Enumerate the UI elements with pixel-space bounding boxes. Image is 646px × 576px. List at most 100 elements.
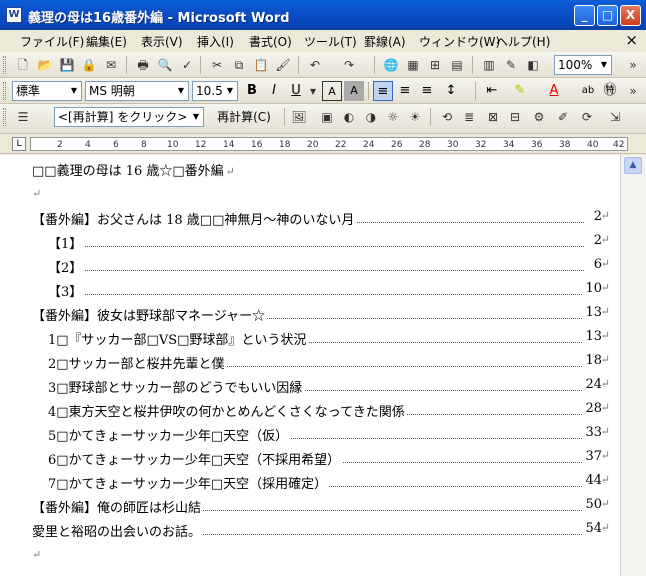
- menu-insert[interactable]: 挿入(I): [197, 33, 234, 50]
- email-icon[interactable]: ✉: [102, 56, 120, 74]
- toc-entry[interactable]: 【2】 6 ↵: [48, 257, 610, 277]
- brightness-up-icon[interactable]: ☼: [384, 108, 402, 126]
- menu-window[interactable]: ウィンドウ(W): [419, 33, 500, 50]
- horizontal-ruler[interactable]: L 2 4 6 8 10 12 14 16 18 20 22 24 26 28 …: [0, 134, 646, 154]
- format-picture-icon[interactable]: ⚙: [530, 108, 548, 126]
- minimize-button[interactable]: _: [574, 5, 595, 26]
- crop-icon[interactable]: ▣: [318, 108, 336, 126]
- format-painter-icon[interactable]: 🖌: [274, 56, 292, 74]
- insert-picture-icon[interactable]: 🖼: [290, 108, 308, 126]
- toc-entry[interactable]: 7□かてきょーサッカー少年□天空（採用確定） 44 ↵: [48, 473, 610, 493]
- toc-entry[interactable]: 5□かてきょーサッカー少年□天空（仮） 33 ↵: [48, 425, 610, 445]
- toc-entry[interactable]: 4□東方天空と桜井伊吹の何かとめんどくさくなってきた関係 28 ↵: [48, 401, 610, 421]
- set-transparent-icon[interactable]: ✐: [554, 108, 572, 126]
- recalculate-button[interactable]: 再計算(C): [208, 107, 280, 127]
- menu-view[interactable]: 表示(V): [141, 33, 183, 50]
- char-border-icon[interactable]: A: [322, 81, 342, 101]
- insert-table-icon[interactable]: ⊞: [426, 56, 444, 74]
- contrast-up-icon[interactable]: ◐: [340, 108, 358, 126]
- toolbar-grip[interactable]: [3, 56, 6, 74]
- zoom-dropdown[interactable]: 100% ▼: [554, 55, 612, 75]
- toc-entry[interactable]: 【1】 2 ↵: [48, 233, 610, 253]
- font-size-dropdown[interactable]: 10.5 ▼: [192, 81, 238, 101]
- ruler-scale[interactable]: 2 4 6 8 10 12 14 16 18 20 22 24 26 28 30…: [30, 137, 628, 151]
- print-icon[interactable]: 🖶: [134, 56, 152, 74]
- empty-paragraph[interactable]: ↵: [32, 186, 610, 206]
- rotate-icon[interactable]: ⟲: [438, 108, 456, 126]
- toolbar-options-icon[interactable]: »: [624, 56, 642, 74]
- document-map-icon[interactable]: ◧: [524, 56, 542, 74]
- brightness-down-icon[interactable]: ☀: [406, 108, 424, 126]
- align-justify-icon[interactable]: ≡: [373, 81, 393, 101]
- toc-entry[interactable]: 愛里と裕昭の出会いのお話。 54 ↵: [32, 521, 610, 541]
- toc-entry[interactable]: 6□かてきょーサッカー少年□天空（不採用希望） 37 ↵: [48, 449, 610, 469]
- menu-help[interactable]: ヘルプ(H): [496, 33, 550, 50]
- toolbar-grip[interactable]: [3, 82, 6, 100]
- chevron-down-icon[interactable]: ▼: [190, 109, 202, 125]
- chevron-down-icon[interactable]: ▼: [175, 83, 187, 99]
- close-document-button[interactable]: ×: [625, 31, 638, 49]
- underline-dropdown-icon[interactable]: ▾: [304, 82, 322, 100]
- text-wrap-icon[interactable]: ⊟: [506, 108, 524, 126]
- tables-borders-icon[interactable]: ▦: [404, 56, 422, 74]
- undo-icon[interactable]: ↶: [306, 56, 324, 74]
- permission-icon[interactable]: 🔒: [80, 56, 98, 74]
- copy-icon[interactable]: ⧉: [230, 56, 248, 74]
- drawing-icon[interactable]: ✎: [502, 56, 520, 74]
- paste-icon[interactable]: 📋: [252, 56, 270, 74]
- toc-entry[interactable]: 【番外編】彼女は野球部マネージャー☆ 13 ↵: [32, 305, 610, 325]
- chevron-down-icon[interactable]: ▼: [224, 83, 236, 99]
- toc-icon[interactable]: ☰: [14, 108, 32, 126]
- line-style-icon[interactable]: ≣: [460, 108, 478, 126]
- insert-excel-icon[interactable]: ▤: [448, 56, 466, 74]
- maximize-button[interactable]: □: [597, 5, 618, 26]
- menu-table[interactable]: 罫線(A): [364, 33, 406, 50]
- select-objects-icon[interactable]: ⇲: [606, 108, 624, 126]
- scroll-up-icon[interactable]: ▲: [624, 157, 642, 174]
- close-button[interactable]: X: [620, 5, 641, 26]
- menu-file[interactable]: ファイル(F): [20, 33, 84, 50]
- update-toc-dropdown[interactable]: <[再計算] をクリック> ▼: [54, 107, 204, 127]
- hyperlink-icon[interactable]: 🌐: [382, 56, 400, 74]
- font-color-icon[interactable]: A: [544, 81, 564, 101]
- save-icon[interactable]: 💾: [58, 56, 76, 74]
- vertical-scrollbar[interactable]: ▲: [620, 155, 646, 576]
- chevron-down-icon[interactable]: ▼: [68, 83, 80, 99]
- underline-button[interactable]: U: [286, 81, 306, 101]
- toolbar-options-icon[interactable]: »: [624, 82, 642, 100]
- toc-entry[interactable]: 1□『サッカー部□VS□野球部』という状況 13 ↵: [48, 329, 610, 349]
- phonetic-guide-icon[interactable]: ab: [578, 81, 598, 101]
- italic-button[interactable]: I: [264, 81, 284, 101]
- columns-icon[interactable]: ▥: [480, 56, 498, 74]
- toc-entry[interactable]: 【番外編】俺の師匠は杉山結 50 ↵: [32, 497, 610, 517]
- tab-selector[interactable]: L: [12, 137, 26, 151]
- chevron-down-icon[interactable]: ▼: [598, 57, 610, 73]
- menu-edit[interactable]: 編集(E): [86, 33, 127, 50]
- bold-button[interactable]: B: [242, 81, 262, 101]
- empty-paragraph[interactable]: ↵: [32, 547, 610, 567]
- cut-icon[interactable]: ✂: [208, 56, 226, 74]
- line-spacing-icon[interactable]: ↕: [441, 81, 461, 101]
- document-title[interactable]: □□義理の母は 16 歳☆□番外編 ↵: [32, 160, 610, 180]
- spelling-icon[interactable]: ✓: [178, 56, 196, 74]
- toc-entry[interactable]: 3□野球部とサッカー部のどうでもいい因縁 24 ↵: [48, 377, 610, 397]
- align-center-icon[interactable]: ≡: [395, 81, 415, 101]
- style-dropdown[interactable]: 標準 ▼: [12, 81, 82, 101]
- word-app-icon[interactable]: W: [6, 7, 22, 23]
- char-shading-icon[interactable]: A: [344, 81, 364, 101]
- toc-entry[interactable]: 【番外編】お父さんは 18 歳□□神無月〜神のいない月 2 ↵: [32, 209, 610, 229]
- menu-tools[interactable]: ツール(T): [304, 33, 357, 50]
- toolbar-grip[interactable]: [3, 108, 6, 126]
- open-folder-icon[interactable]: 📂: [36, 56, 54, 74]
- redo-icon[interactable]: ↷: [340, 56, 358, 74]
- new-document-icon[interactable]: 🗋: [14, 56, 32, 74]
- contrast-down-icon[interactable]: ◑: [362, 108, 380, 126]
- decrease-indent-icon[interactable]: ⇤: [482, 81, 502, 101]
- compress-icon[interactable]: ⊠: [484, 108, 502, 126]
- reset-picture-icon[interactable]: ⟳: [578, 108, 596, 126]
- menu-format[interactable]: 書式(O): [249, 33, 292, 50]
- highlight-icon[interactable]: ✎: [510, 81, 530, 101]
- enclose-characters-icon[interactable]: ㊕: [600, 81, 620, 101]
- toc-entry[interactable]: 2□サッカー部と桜井先輩と僕 18 ↵: [48, 353, 610, 373]
- align-right-icon[interactable]: ≡: [417, 81, 437, 101]
